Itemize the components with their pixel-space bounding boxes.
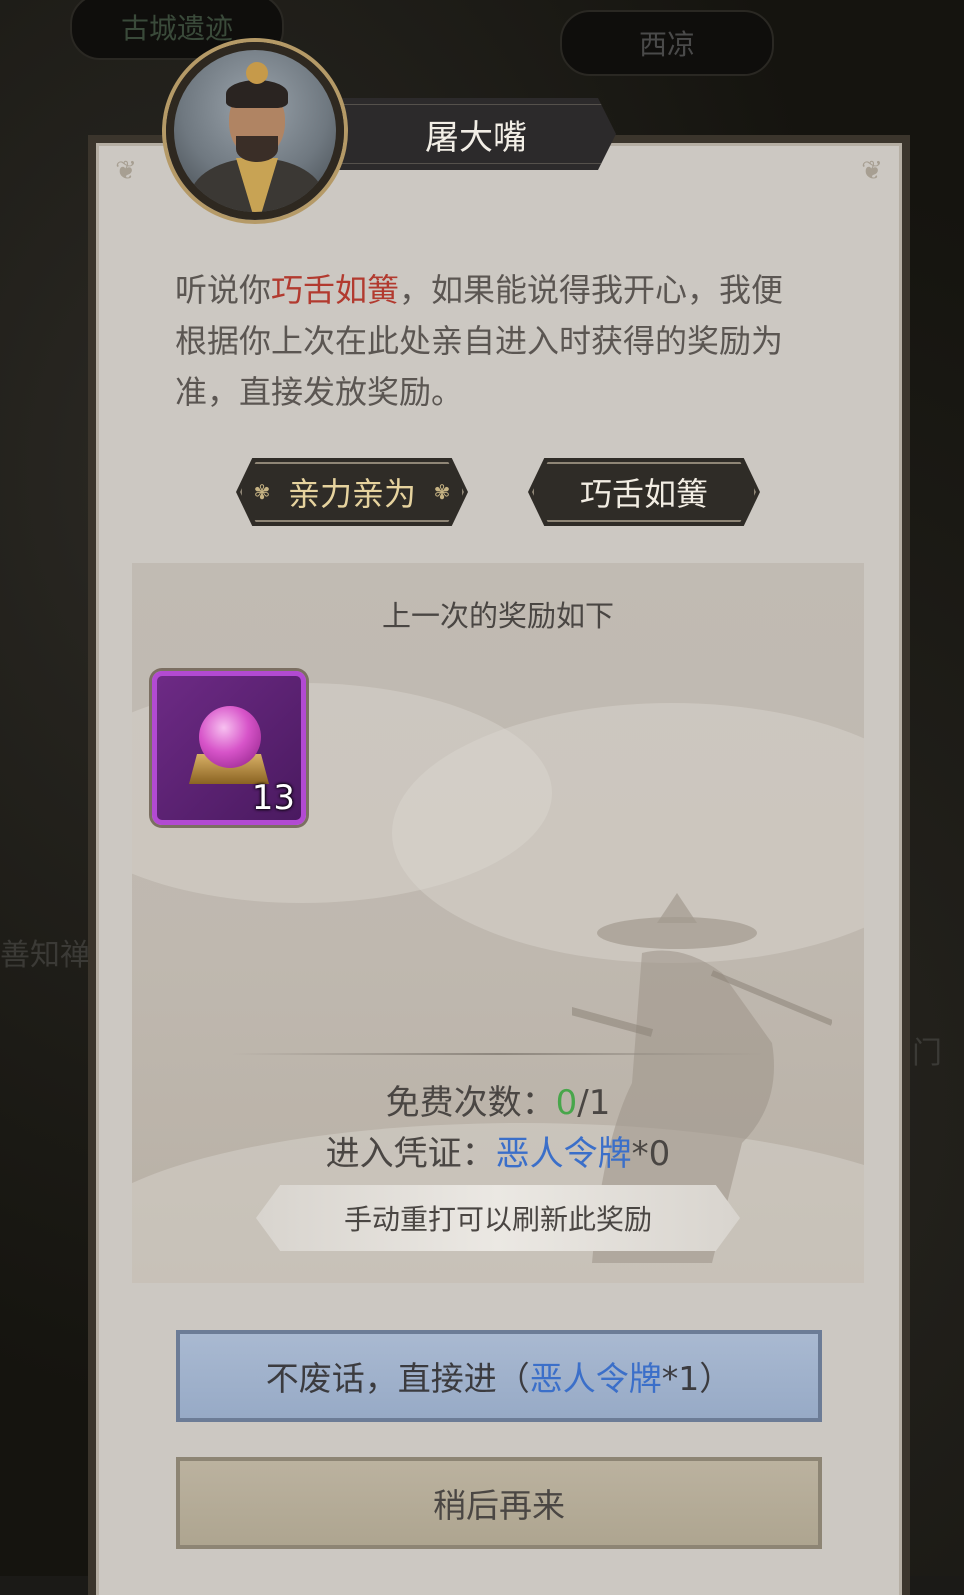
- free-attempts: 免费次数：0/1: [385, 1083, 611, 1123]
- npc-portrait-icon: [166, 42, 344, 220]
- npc-name: 屠大嘴: [425, 117, 527, 158]
- corner-ornament-icon: ❦: [861, 156, 883, 186]
- ornament-icon: ✾: [253, 480, 271, 504]
- enter-directly-button[interactable]: 不废话，直接进（ 恶人令牌 *1）: [176, 1330, 822, 1422]
- dialog-highlight: 巧舌如簧: [271, 271, 400, 309]
- free-used-count: 0: [555, 1083, 578, 1123]
- come-back-later-button[interactable]: 稍后再来: [176, 1457, 822, 1549]
- refresh-hint: 手动重打可以刷新此奖励: [256, 1185, 740, 1251]
- talk-option-label: 巧舌如簧: [579, 475, 708, 513]
- talk-option-button[interactable]: 巧舌如簧: [528, 458, 760, 526]
- divider: [232, 1053, 764, 1055]
- reward-item-slot[interactable]: 13: [152, 671, 306, 825]
- npc-name-banner: 屠大嘴: [316, 98, 616, 170]
- corner-ornament-icon: ❦: [115, 156, 137, 186]
- personal-challenge-label: 亲力亲为: [287, 475, 416, 513]
- enter-ticket-name: 恶人令牌: [529, 1359, 662, 1398]
- map-tag-right: 西凉: [560, 10, 774, 76]
- ornament-icon: ✾: [433, 480, 451, 504]
- ticket-name: 恶人令牌: [495, 1134, 632, 1174]
- reward-title: 上一次的奖励如下: [381, 599, 614, 633]
- entry-ticket: 进入凭证：恶人令牌*0: [325, 1134, 671, 1174]
- last-reward-section: 上一次的奖励如下 13 免费次数：0/1 进入凭证：恶人令牌*0 手动重打可以刷…: [132, 563, 864, 1283]
- map-side-label-right: 门: [912, 1036, 942, 1071]
- item-count: 13: [251, 778, 295, 818]
- come-back-later-label: 稍后再来: [433, 1486, 565, 1525]
- dialog-text: 听说你巧舌如簧，如果能说得我开心，我便根据你上次在此处亲自进入时获得的奖励为准，…: [175, 271, 784, 411]
- personal-challenge-button[interactable]: ✾ 亲力亲为 ✾: [236, 458, 468, 526]
- purple-orb-icon: [199, 706, 261, 768]
